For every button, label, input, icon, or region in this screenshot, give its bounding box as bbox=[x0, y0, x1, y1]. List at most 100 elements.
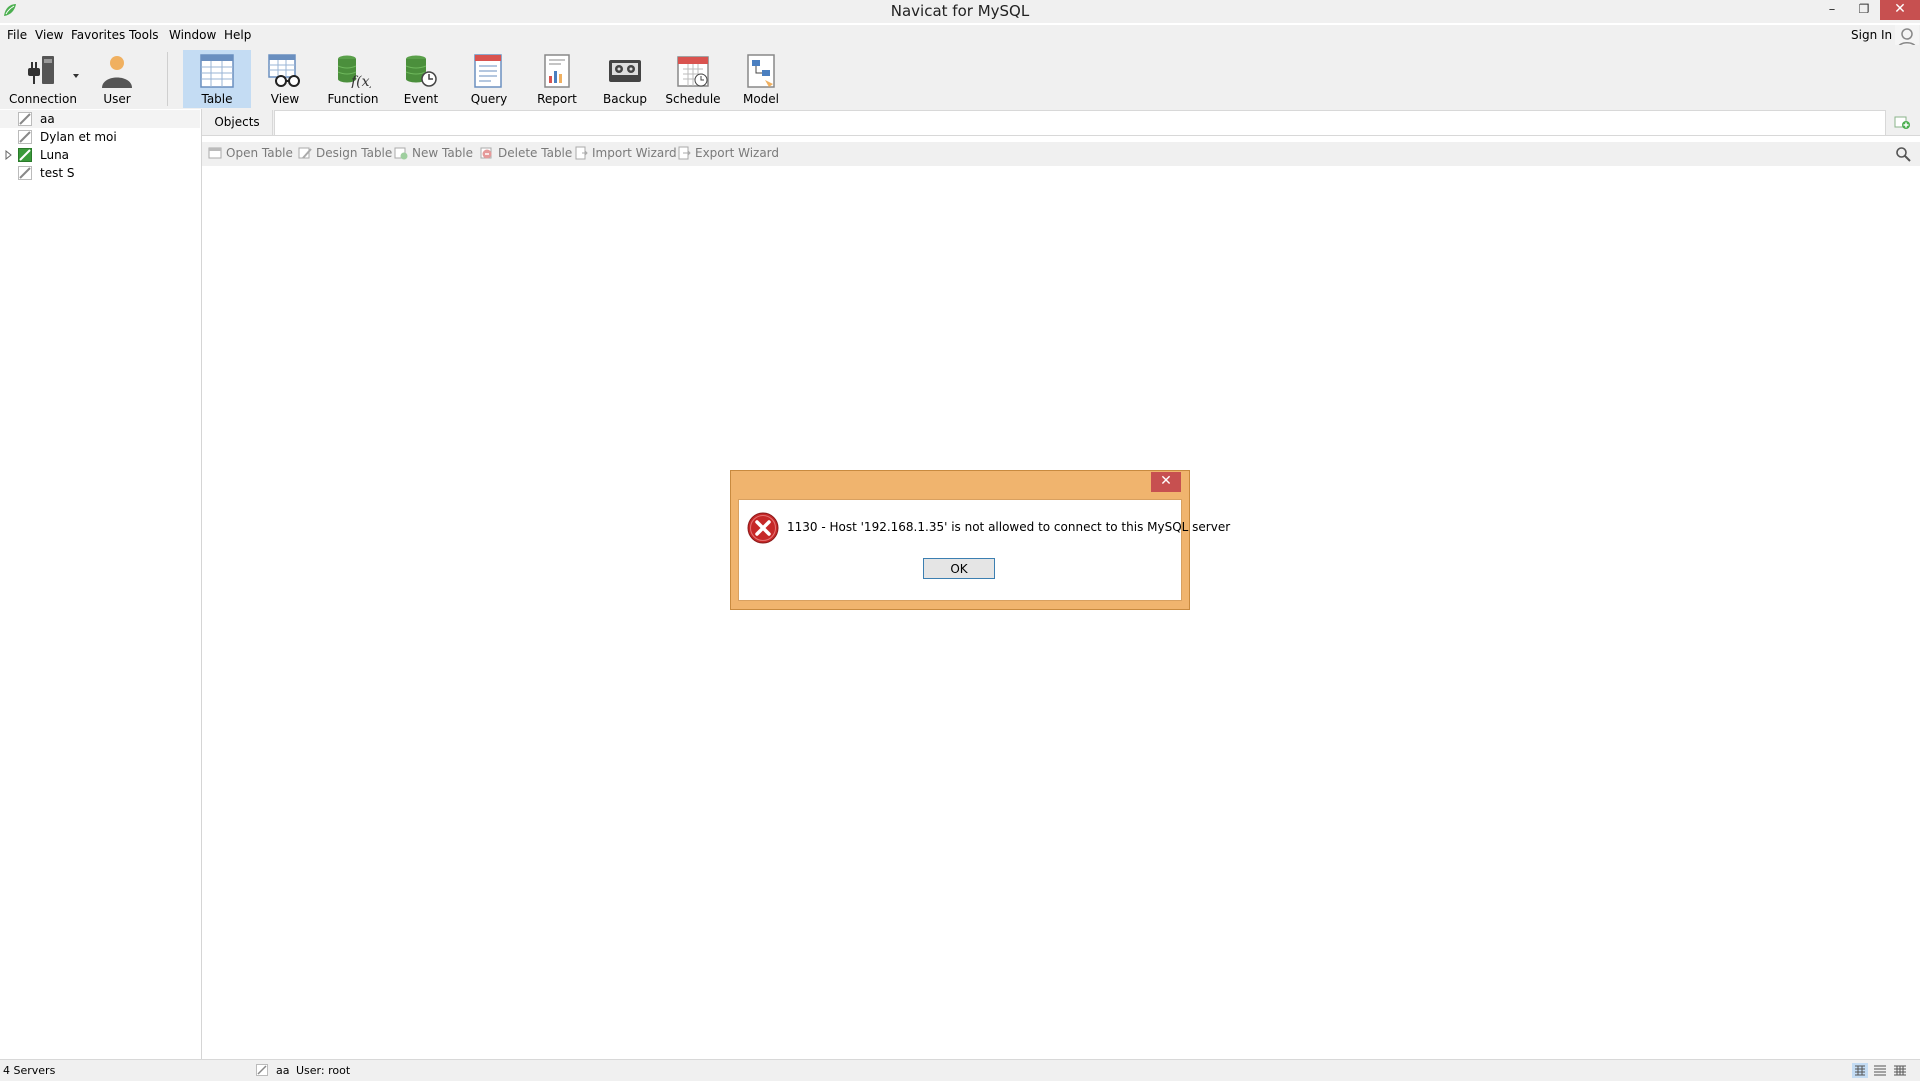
model-icon bbox=[747, 54, 775, 88]
open-table-label: Open Table bbox=[226, 146, 293, 160]
query-icon bbox=[474, 54, 502, 88]
menu-view[interactable]: View bbox=[35, 28, 63, 42]
connection-closed-icon bbox=[18, 166, 32, 180]
tree-item-aa[interactable]: aa bbox=[0, 110, 200, 128]
expand-arrow-icon[interactable] bbox=[5, 150, 13, 160]
delete-table-label: Delete Table bbox=[498, 146, 573, 160]
export-wizard-label: Export Wizard bbox=[695, 146, 780, 160]
report-label: Report bbox=[537, 92, 577, 106]
menu-favorites[interactable]: Favorites bbox=[71, 28, 125, 42]
event-icon bbox=[405, 55, 437, 87]
schedule-label: Schedule bbox=[665, 92, 721, 106]
open-table-icon bbox=[208, 147, 222, 159]
tree-item-test-s[interactable]: test S bbox=[0, 164, 200, 182]
dialog-message: 1130 - Host '192.168.1.35' is not allowe… bbox=[787, 520, 1231, 534]
open-table-button[interactable]: Open Table bbox=[208, 145, 294, 163]
user-button[interactable]: User bbox=[83, 50, 151, 108]
status-connection-name: aa bbox=[276, 1064, 290, 1077]
backup-button[interactable]: Backup bbox=[591, 50, 659, 108]
import-wizard-button[interactable]: Import Wizard bbox=[574, 145, 677, 163]
tree-item-luna[interactable]: Luna bbox=[0, 146, 200, 164]
query-button[interactable]: Query bbox=[455, 50, 523, 108]
model-button[interactable]: Model bbox=[727, 50, 795, 108]
sign-in-link[interactable]: Sign In bbox=[1851, 28, 1892, 42]
backup-icon bbox=[609, 60, 641, 82]
view-label: View bbox=[270, 92, 300, 106]
dialog-close-button[interactable]: ✕ bbox=[1151, 472, 1181, 492]
connection-icon bbox=[28, 56, 54, 84]
objects-content-area bbox=[202, 166, 1920, 1059]
design-table-button[interactable]: Design Table bbox=[298, 145, 393, 163]
connection-closed-icon bbox=[18, 130, 32, 144]
menu-bar: File View Favorites Tools Window Help bbox=[0, 25, 1920, 45]
function-icon: f(x) bbox=[337, 55, 371, 88]
new-table-icon bbox=[394, 147, 408, 160]
connection-button[interactable]: Connection bbox=[8, 50, 78, 108]
backup-label: Backup bbox=[603, 92, 647, 106]
tab-strip-area bbox=[274, 110, 1886, 136]
connection-label: Connection bbox=[9, 92, 77, 106]
tree-item-label: Luna bbox=[40, 148, 70, 162]
report-icon bbox=[544, 54, 570, 88]
view-button[interactable]: View bbox=[251, 50, 319, 108]
list-view-icon[interactable] bbox=[1872, 1063, 1888, 1078]
event-label: Event bbox=[403, 92, 439, 106]
ok-button[interactable]: OK bbox=[923, 558, 995, 579]
report-button[interactable]: Report bbox=[523, 50, 591, 108]
tabs-bar: Objects bbox=[202, 109, 1920, 136]
error-dialog: ✕ 1130 - Host '192.168.1.35' is not allo… bbox=[730, 470, 1230, 610]
new-table-label: New Table bbox=[412, 146, 474, 160]
schedule-button[interactable]: Schedule bbox=[659, 50, 727, 108]
status-user: User: root bbox=[296, 1064, 351, 1077]
tree-item-label: aa bbox=[40, 112, 55, 126]
delete-table-icon bbox=[480, 147, 492, 159]
delete-table-button[interactable]: Delete Table bbox=[480, 145, 572, 163]
new-tab-icon[interactable] bbox=[1894, 114, 1910, 130]
table-label: Table bbox=[201, 92, 233, 106]
title-bar: Navicat for MySQL – ❐ ✕ bbox=[0, 0, 1920, 23]
detail-view-icon[interactable] bbox=[1892, 1063, 1908, 1078]
close-button[interactable]: ✕ bbox=[1880, 0, 1920, 20]
user-label: User bbox=[103, 92, 131, 106]
view-icon bbox=[268, 54, 300, 87]
connection-closed-icon bbox=[18, 112, 32, 126]
menu-tools[interactable]: Tools bbox=[129, 28, 159, 42]
menu-file[interactable]: File bbox=[7, 28, 27, 42]
object-toolbar: Open Table Design Table New Table Delete… bbox=[202, 142, 1920, 166]
connection-open-icon bbox=[18, 148, 32, 162]
new-table-button[interactable]: New Table bbox=[394, 145, 474, 163]
grid-view-icon[interactable] bbox=[1852, 1063, 1868, 1078]
minimize-button[interactable]: – bbox=[1816, 0, 1848, 20]
tab-objects[interactable]: Objects bbox=[202, 110, 273, 135]
design-table-icon bbox=[298, 147, 312, 159]
import-wizard-label: Import Wizard bbox=[592, 146, 677, 160]
model-label: Model bbox=[742, 92, 780, 106]
menu-window[interactable]: Window bbox=[169, 28, 216, 42]
function-button[interactable]: f(x) Function bbox=[319, 50, 387, 108]
connections-tree: aa Dylan et moi Luna test S bbox=[0, 109, 202, 1059]
status-bar: 4 Servers aa User: root bbox=[0, 1059, 1920, 1081]
function-label: Function bbox=[327, 92, 379, 106]
design-table-label: Design Table bbox=[316, 146, 393, 160]
user-icon bbox=[102, 56, 132, 88]
error-icon bbox=[747, 512, 779, 544]
window-title: Navicat for MySQL bbox=[890, 2, 1030, 20]
import-wizard-icon bbox=[575, 146, 588, 160]
connection-dropdown-icon[interactable] bbox=[73, 74, 79, 78]
connection-closed-icon bbox=[256, 1064, 268, 1076]
query-label: Query bbox=[470, 92, 508, 106]
export-wizard-button[interactable]: Export Wizard bbox=[677, 145, 779, 163]
menu-help[interactable]: Help bbox=[224, 28, 251, 42]
schedule-icon bbox=[677, 56, 709, 87]
dialog-body: 1130 - Host '192.168.1.35' is not allowe… bbox=[738, 499, 1230, 601]
tree-item-label: Dylan et moi bbox=[40, 130, 117, 144]
svg-text:f(x): f(x) bbox=[350, 74, 371, 88]
table-icon bbox=[200, 54, 234, 88]
table-button[interactable]: Table bbox=[183, 50, 251, 108]
tree-item-dylan-et-moi[interactable]: Dylan et moi bbox=[0, 128, 200, 146]
export-wizard-icon bbox=[678, 146, 691, 160]
search-icon[interactable] bbox=[1895, 146, 1911, 162]
restore-button[interactable]: ❐ bbox=[1848, 0, 1880, 20]
event-button[interactable]: Event bbox=[387, 50, 455, 108]
status-server-count: 4 Servers bbox=[3, 1064, 56, 1077]
